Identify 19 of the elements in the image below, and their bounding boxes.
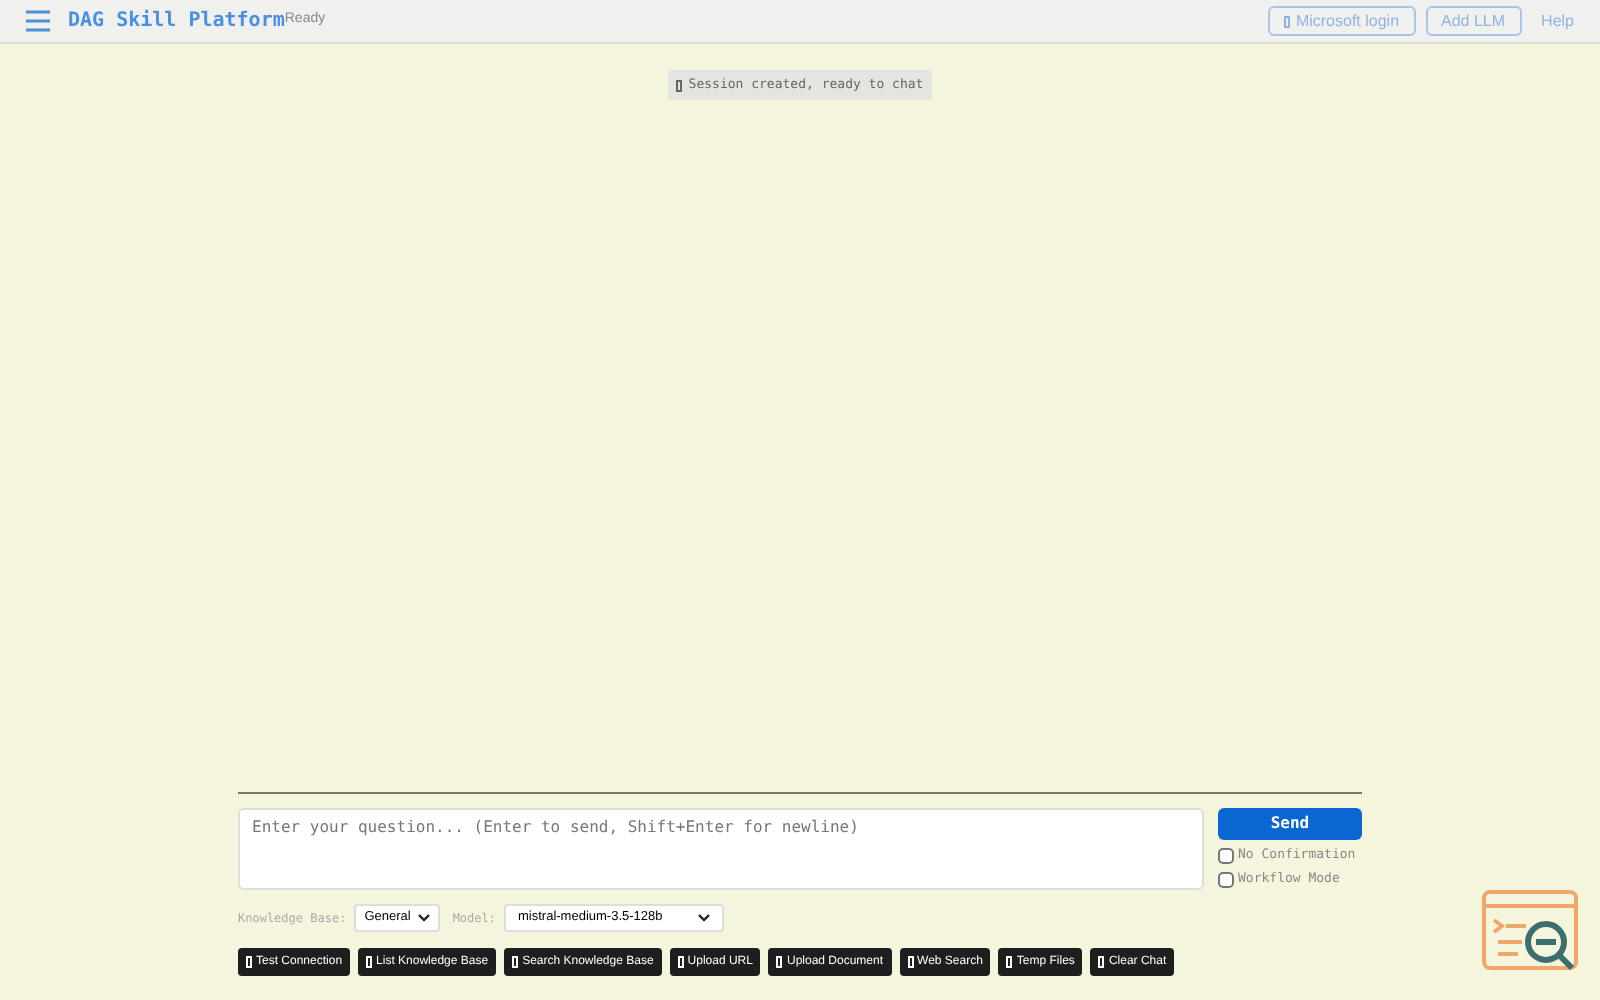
question-input[interactable]: Enter your question... (Enter to send, Shift+Enter for newline) bbox=[238, 808, 1204, 890]
app-title: DAG Skill Platform bbox=[68, 7, 285, 36]
glyph-icon bbox=[676, 79, 683, 91]
glyph-icon bbox=[246, 956, 252, 968]
send-button[interactable]: Send bbox=[1218, 808, 1362, 840]
option-checkbox[interactable] bbox=[1218, 871, 1234, 888]
glyph-icon bbox=[512, 956, 519, 968]
option-checkbox[interactable] bbox=[1218, 847, 1234, 864]
terminal-search-icon[interactable] bbox=[1482, 890, 1582, 976]
glyph-icon bbox=[776, 956, 783, 968]
chevron-icon bbox=[698, 914, 710, 922]
glyph-icon bbox=[677, 956, 684, 968]
glyph-icon bbox=[366, 956, 373, 968]
menu-icon[interactable] bbox=[26, 10, 50, 32]
glyph-icon bbox=[1283, 15, 1290, 27]
glyph-icon bbox=[1098, 956, 1105, 968]
glyph-icon bbox=[907, 956, 914, 968]
chevron-icon bbox=[418, 914, 431, 922]
glyph-icon bbox=[1006, 956, 1013, 968]
